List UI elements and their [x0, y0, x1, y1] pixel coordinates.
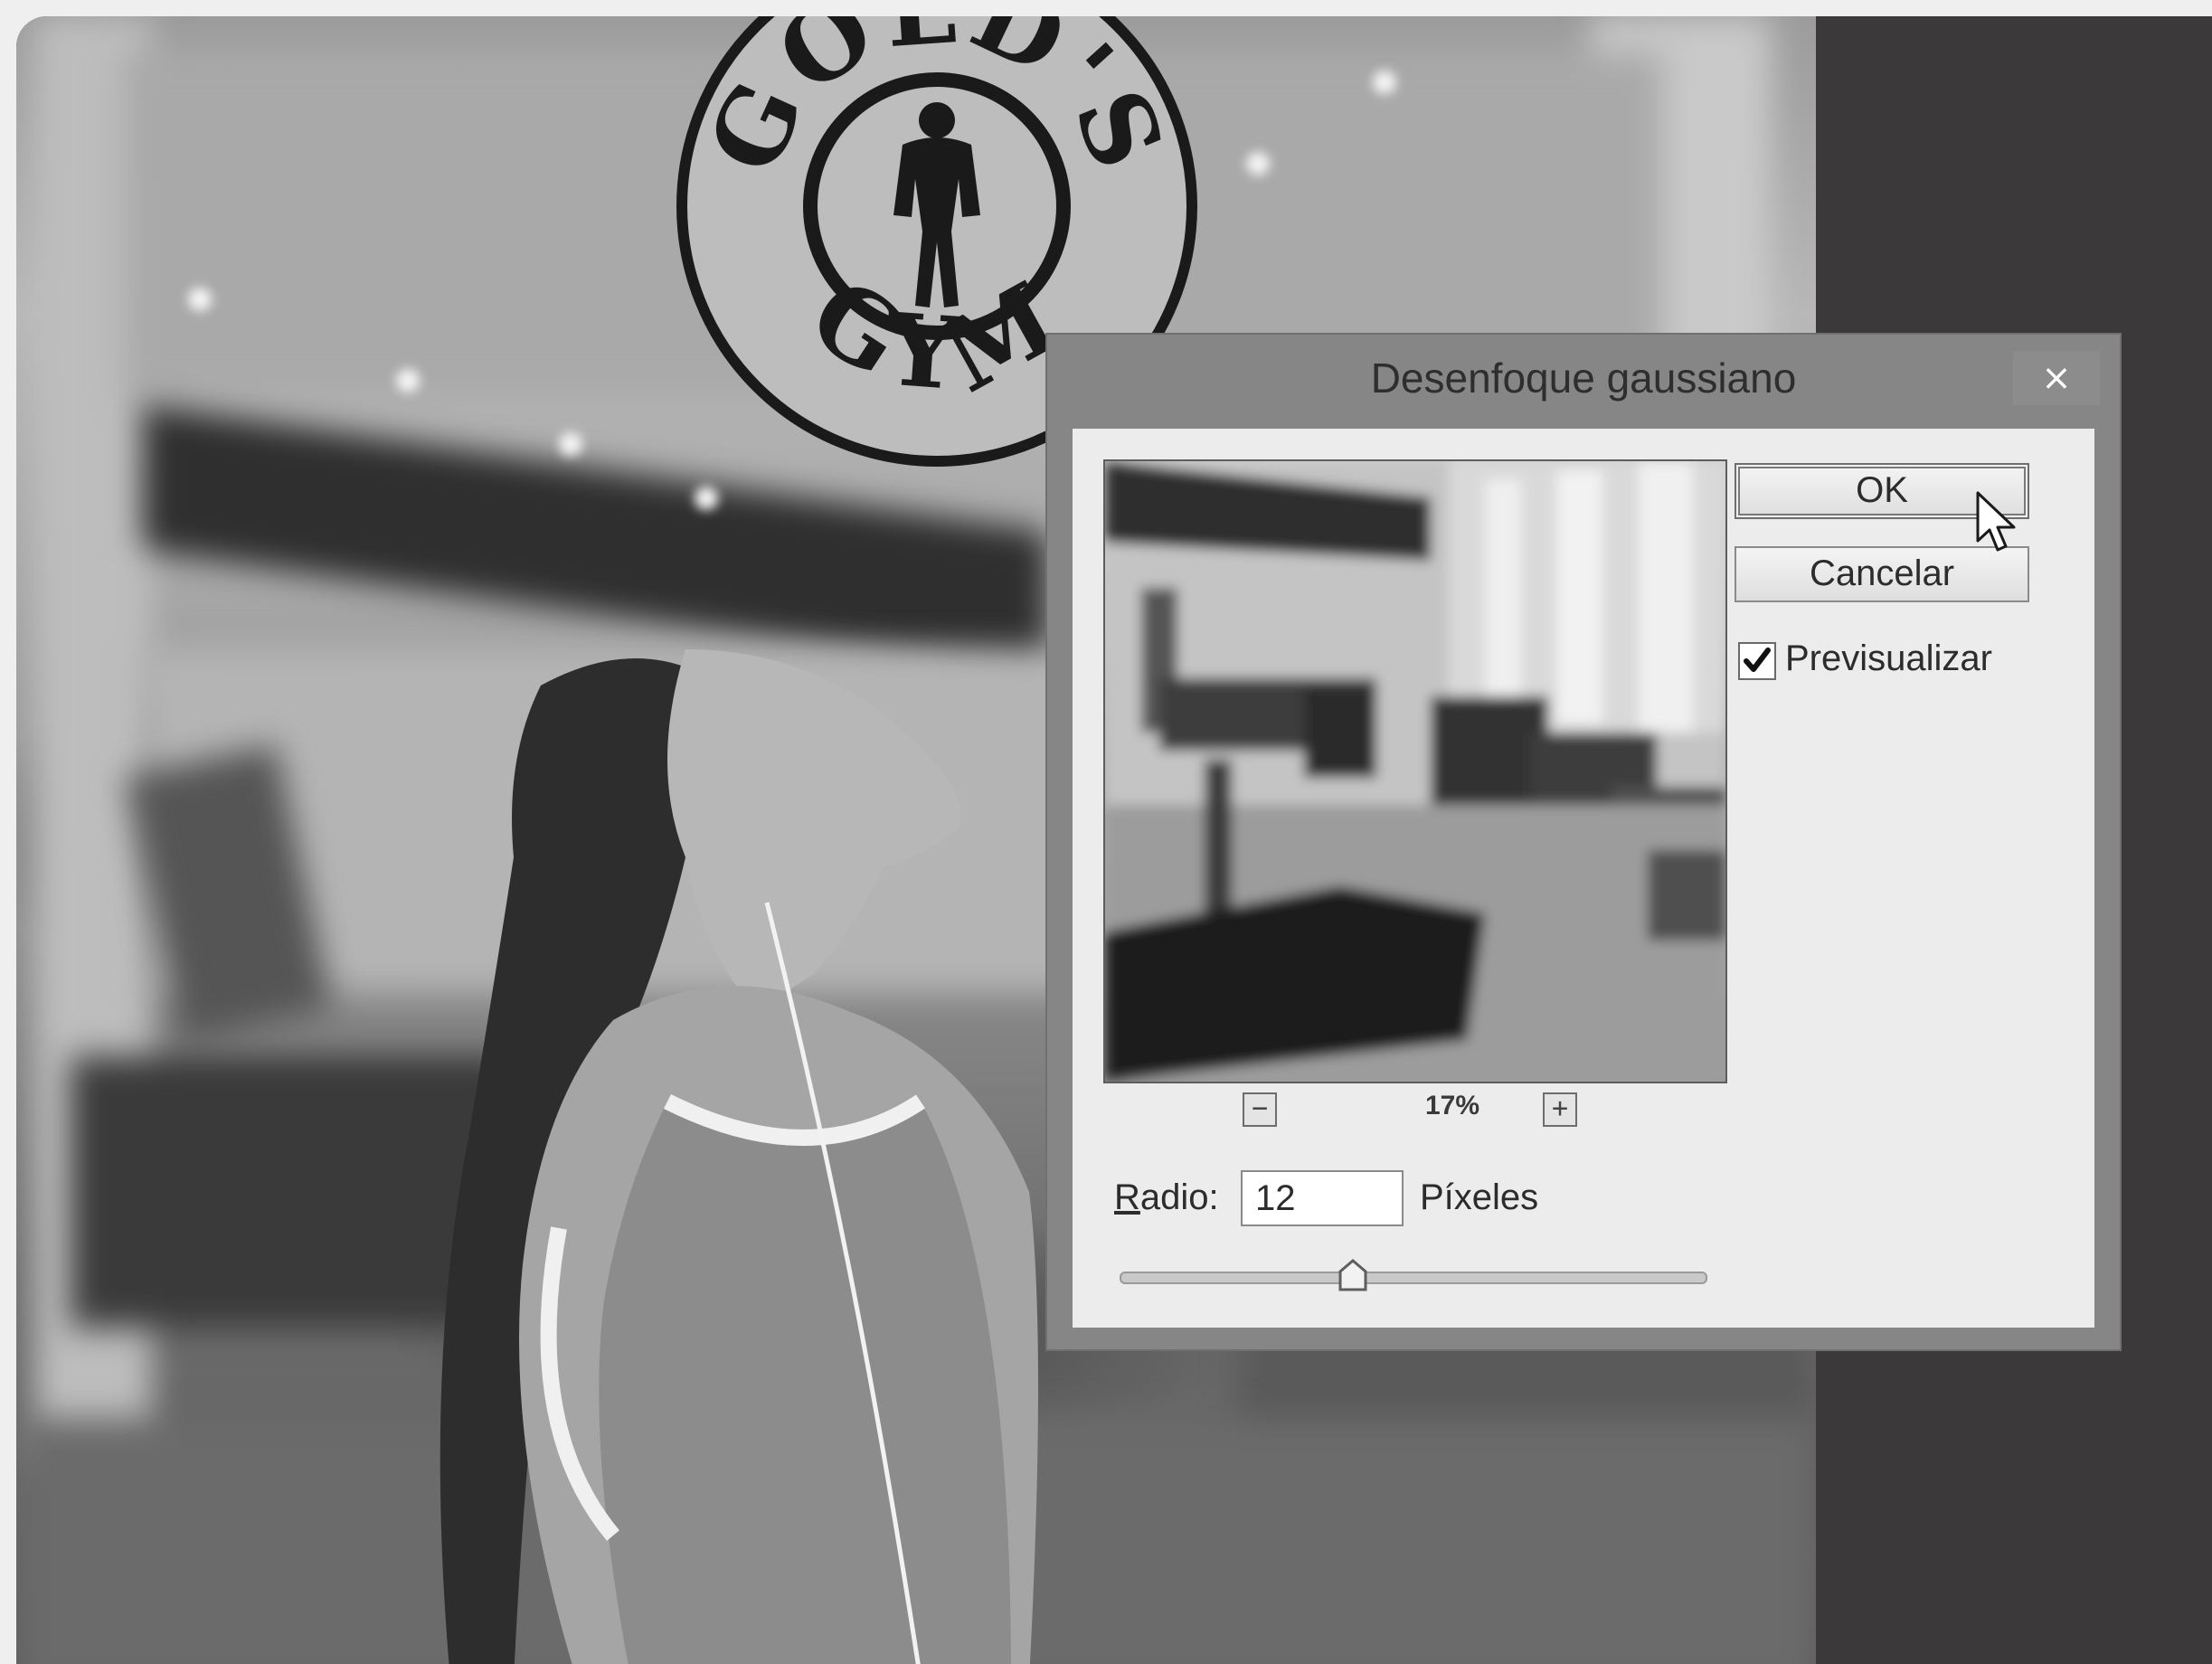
mouse-pointer-icon — [1976, 491, 2016, 552]
dialog-body: − 17% + OK Cancelar Previsualizar Radio:… — [1073, 429, 2094, 1328]
close-icon: × — [2041, 357, 2072, 399]
cancel-button[interactable]: Cancelar — [1735, 546, 2029, 602]
zoom-out-icon: − — [1251, 1092, 1269, 1124]
radius-unit: Píxeles — [1420, 1177, 1539, 1217]
preview-label: Previsualizar — [1785, 638, 1992, 678]
dialog-title: Desenfoque gaussiano — [1370, 355, 1797, 402]
radius-slider[interactable] — [1120, 1272, 1707, 1284]
radius-input[interactable]: 12 — [1241, 1170, 1404, 1226]
close-button[interactable]: × — [2013, 351, 2100, 405]
radius-label: Radio: — [1114, 1177, 1219, 1218]
ceiling-light — [695, 487, 718, 510]
ceiling-light — [188, 288, 212, 311]
blur-preview[interactable] — [1103, 459, 1727, 1083]
zoom-in-icon: + — [1551, 1092, 1569, 1124]
device-frame: GOLD'S GYM Desenfoque gaussiano × − 17% … — [16, 16, 2212, 1664]
gaussian-blur-dialog: Desenfoque gaussiano × − 17% + OK Cancel… — [1047, 335, 2120, 1349]
ceiling-light — [1246, 152, 1270, 175]
ceiling-light — [1373, 71, 1396, 94]
radius-label-mnemonic: R — [1114, 1177, 1140, 1217]
radius-label-text: adio: — [1139, 1177, 1219, 1217]
zoom-in-button[interactable]: + — [1543, 1092, 1577, 1127]
preview-image — [1105, 461, 1725, 1082]
checkmark-icon — [1744, 648, 1771, 672]
radius-slider-thumb[interactable] — [1338, 1259, 1368, 1291]
screen: GOLD'S GYM Desenfoque gaussiano × − 17% … — [0, 0, 2212, 1664]
zoom-level: 17% — [1424, 1091, 1480, 1120]
zoom-out-button[interactable]: − — [1243, 1092, 1277, 1127]
ceiling-light — [559, 432, 582, 456]
preview-checkbox[interactable] — [1738, 642, 1776, 680]
ceiling-light — [396, 369, 420, 392]
